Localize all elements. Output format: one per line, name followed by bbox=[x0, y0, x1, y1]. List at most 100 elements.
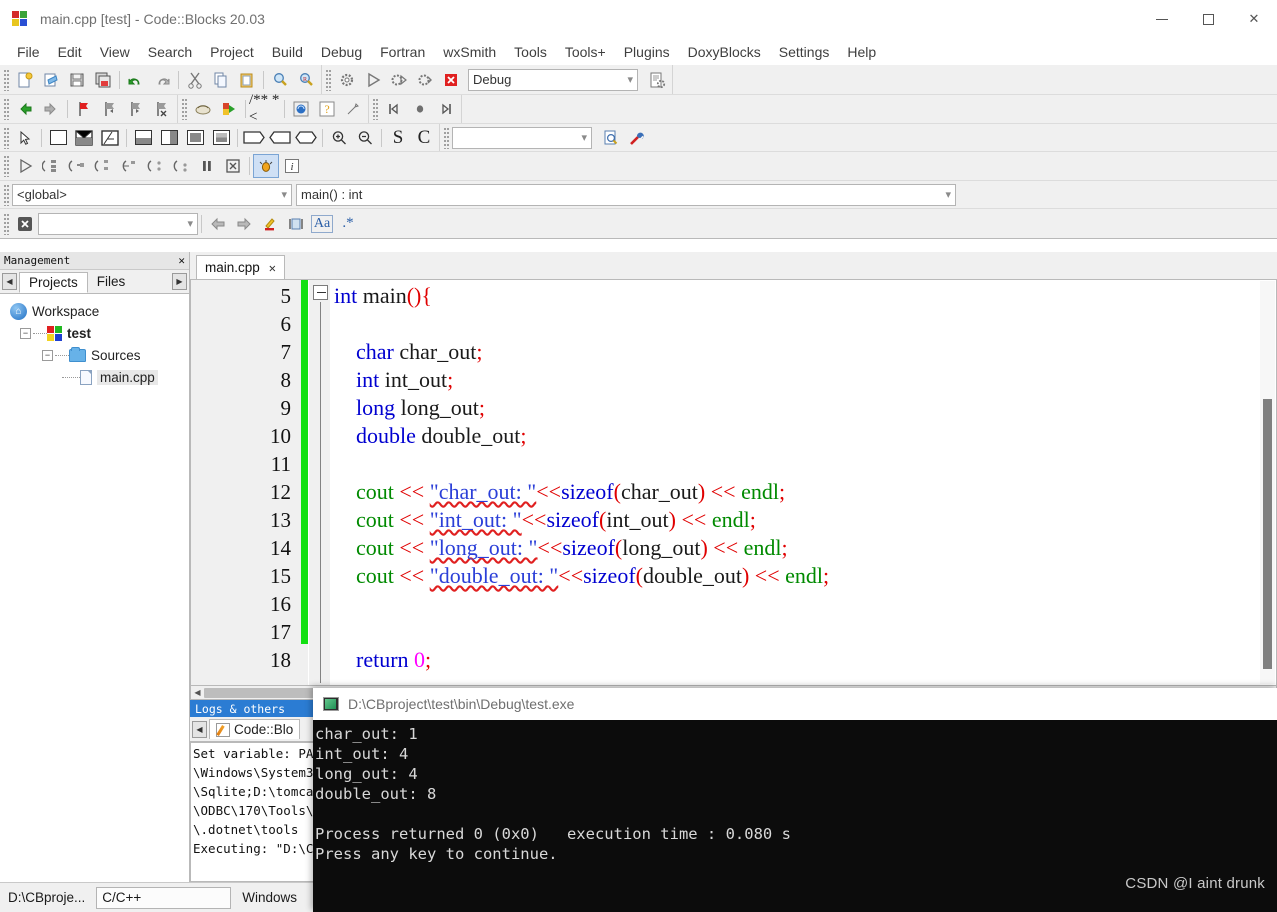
back-icon[interactable] bbox=[12, 97, 38, 121]
code-text[interactable]: int main(){ char char_out; int int_out; … bbox=[330, 280, 1276, 685]
build-and-run-icon[interactable] bbox=[386, 68, 412, 92]
match-case-icon[interactable]: Aa bbox=[309, 212, 335, 236]
open-file-icon[interactable] bbox=[38, 68, 64, 92]
menu-item-doxyblocks[interactable]: DoxyBlocks bbox=[679, 41, 770, 63]
close-tab-icon[interactable]: ✕ bbox=[269, 261, 276, 275]
doxyblocks-config-icon[interactable] bbox=[340, 97, 366, 121]
zoom-in-icon[interactable] bbox=[326, 126, 352, 150]
toolbar-grip[interactable] bbox=[325, 68, 332, 91]
cut-icon[interactable] bbox=[182, 68, 208, 92]
zoom-out-icon[interactable] bbox=[352, 126, 378, 150]
function-select[interactable]: main() : int ▾ bbox=[296, 183, 956, 206]
step-out-icon[interactable] bbox=[433, 97, 459, 121]
sidebar-item-files[interactable]: Files bbox=[88, 272, 135, 291]
menu-item-settings[interactable]: Settings bbox=[770, 41, 839, 63]
settings-wrench-icon[interactable] bbox=[624, 126, 650, 150]
copy-icon[interactable] bbox=[208, 68, 234, 92]
project-tree[interactable]: ⌂ Workspace − test − Sources main.cpp bbox=[0, 294, 189, 882]
code-line[interactable] bbox=[334, 590, 1276, 618]
maximize-button[interactable] bbox=[1185, 0, 1231, 38]
layout-center-icon[interactable] bbox=[182, 126, 208, 150]
tree-item-project[interactable]: − test bbox=[6, 322, 189, 344]
tab-build-log[interactable]: Code::Blo bbox=[209, 719, 301, 739]
various-info-icon[interactable]: i bbox=[279, 154, 305, 178]
clear-bookmarks-icon[interactable] bbox=[149, 97, 175, 121]
close-findbar-icon[interactable] bbox=[12, 212, 38, 236]
menu-item-build[interactable]: Build bbox=[263, 41, 312, 63]
menu-item-debug[interactable]: Debug bbox=[312, 41, 371, 63]
next-instruction-icon[interactable] bbox=[142, 154, 168, 178]
next-bookmark-icon[interactable] bbox=[123, 97, 149, 121]
new-file-icon[interactable] bbox=[12, 68, 38, 92]
code-line[interactable]: cout << "long_out: "<<sizeof(long_out) <… bbox=[334, 534, 1276, 562]
highlight-icon[interactable] bbox=[257, 212, 283, 236]
tab-main-cpp[interactable]: main.cpp ✕ bbox=[196, 255, 286, 279]
fold-toggle-icon[interactable] bbox=[313, 285, 328, 300]
preview-icon[interactable] bbox=[598, 126, 624, 150]
code-line[interactable]: cout << "double_out: "<<sizeof(double_ou… bbox=[334, 562, 1276, 590]
sizer-c-icon[interactable]: C bbox=[411, 126, 437, 150]
abort-icon[interactable] bbox=[438, 68, 464, 92]
close-panel-icon[interactable]: ✕ bbox=[178, 254, 185, 267]
break-icon[interactable] bbox=[407, 97, 433, 121]
run-to-cursor-icon[interactable] bbox=[38, 154, 64, 178]
menu-item-view[interactable]: View bbox=[91, 41, 139, 63]
toolbar-grip[interactable] bbox=[3, 68, 10, 91]
editor-vertical-scrollbar[interactable] bbox=[1260, 281, 1275, 684]
run-icon[interactable] bbox=[360, 68, 386, 92]
code-line[interactable]: double double_out; bbox=[334, 422, 1276, 450]
prev-bookmark-icon[interactable] bbox=[97, 97, 123, 121]
expander-icon[interactable]: − bbox=[42, 349, 53, 361]
save-all-icon[interactable] bbox=[90, 68, 116, 92]
code-line[interactable]: cout << "int_out: "<<sizeof(int_out) << … bbox=[334, 506, 1276, 534]
tab-scroll-left-icon[interactable]: ◀ bbox=[2, 273, 17, 290]
code-line[interactable]: int main(){ bbox=[334, 282, 1276, 310]
close-button[interactable]: ✕ bbox=[1231, 0, 1277, 38]
toolbar-grip[interactable] bbox=[3, 183, 10, 206]
toolbar-grip[interactable] bbox=[181, 98, 188, 120]
extract-docs-icon[interactable] bbox=[288, 97, 314, 121]
tree-item-workspace[interactable]: ⌂ Workspace bbox=[6, 300, 189, 322]
wxsmith-search-input[interactable]: ▾ bbox=[452, 126, 592, 149]
expander-icon[interactable]: − bbox=[20, 327, 31, 339]
code-line[interactable] bbox=[334, 450, 1276, 478]
save-icon[interactable] bbox=[64, 68, 90, 92]
split-diag-icon[interactable] bbox=[97, 126, 123, 150]
code-line[interactable]: int int_out; bbox=[334, 366, 1276, 394]
doxywizard-icon[interactable] bbox=[190, 97, 216, 121]
pointer-icon[interactable] bbox=[12, 126, 38, 150]
debugging-windows-icon[interactable] bbox=[253, 154, 279, 178]
paste-icon[interactable] bbox=[234, 68, 260, 92]
replace-icon[interactable]: R bbox=[293, 68, 319, 92]
toolbar-grip[interactable] bbox=[372, 98, 379, 120]
toolbar-grip[interactable] bbox=[443, 126, 450, 149]
step-into-icon[interactable] bbox=[90, 154, 116, 178]
undo-icon[interactable] bbox=[123, 68, 149, 92]
shape-rect-icon[interactable] bbox=[241, 126, 267, 150]
menu-item-tools[interactable]: Tools bbox=[505, 41, 556, 63]
rebuild-icon[interactable] bbox=[412, 68, 438, 92]
code-line[interactable]: long long_out; bbox=[334, 394, 1276, 422]
shape-hex-icon[interactable] bbox=[267, 126, 293, 150]
code-line[interactable]: return 0; bbox=[334, 646, 1276, 674]
select-target-icon[interactable] bbox=[644, 68, 670, 92]
toolbar-grip[interactable] bbox=[3, 98, 10, 120]
step-out-icon[interactable] bbox=[116, 154, 142, 178]
scrollbar-thumb[interactable] bbox=[1263, 399, 1272, 669]
layout-left-icon[interactable] bbox=[156, 126, 182, 150]
menu-item-edit[interactable]: Edit bbox=[49, 41, 91, 63]
menu-item-wxsmith[interactable]: wxSmith bbox=[434, 41, 505, 63]
menu-item-project[interactable]: Project bbox=[201, 41, 263, 63]
selected-only-icon[interactable] bbox=[283, 212, 309, 236]
menu-item-file[interactable]: File bbox=[8, 41, 49, 63]
build-icon[interactable] bbox=[334, 68, 360, 92]
break-debugger-icon[interactable] bbox=[194, 154, 220, 178]
menu-bar[interactable]: File Edit View Search Project Build Debu… bbox=[0, 38, 1277, 65]
menu-item-fortran[interactable]: Fortran bbox=[371, 41, 434, 63]
run-doxygen-icon[interactable] bbox=[216, 97, 242, 121]
build-target-select[interactable]: Debug ▾ bbox=[468, 68, 638, 91]
help-icon[interactable]: ? bbox=[314, 97, 340, 121]
split-v-icon[interactable] bbox=[71, 126, 97, 150]
redo-icon[interactable] bbox=[149, 68, 175, 92]
sidebar-item-projects[interactable]: Projects bbox=[19, 272, 88, 293]
